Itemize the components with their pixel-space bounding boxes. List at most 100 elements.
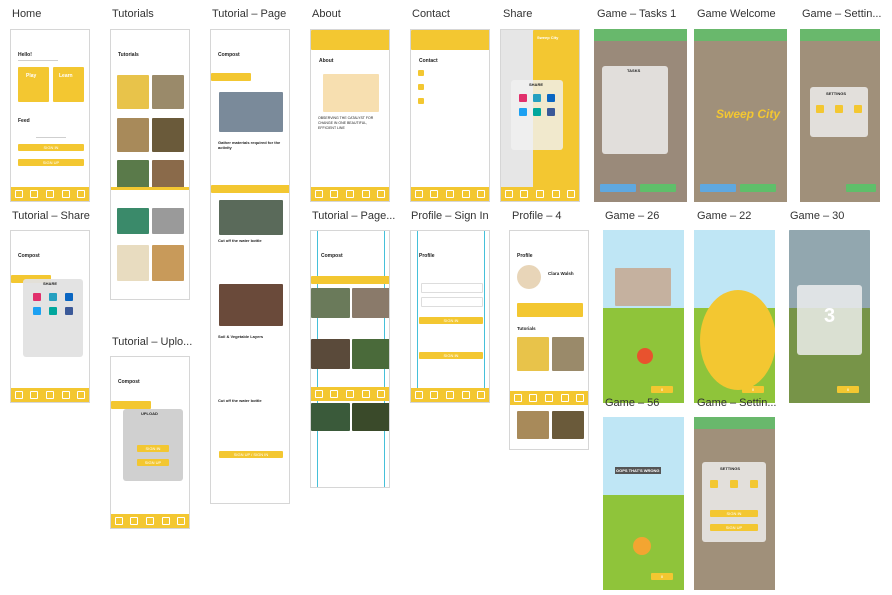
pause-button[interactable]: II xyxy=(651,573,673,580)
share-panel-title: SHARE xyxy=(529,82,544,87)
countdown-panel: 3 xyxy=(797,285,862,355)
frame-tutorial-upload[interactable]: Compost UPLOAD SIGN IN SIGN UP xyxy=(110,356,190,529)
email-icon[interactable] xyxy=(49,307,57,315)
frame-about[interactable]: About OBSERVING THE CATALYST FOR CHANGE … xyxy=(310,29,390,202)
twitter-icon[interactable] xyxy=(519,108,527,116)
tasks-panel[interactable]: TASKS xyxy=(602,66,668,154)
whatsapp-icon[interactable] xyxy=(533,94,541,102)
frame-profile-4[interactable]: Profile Clara Walsh Tutorials xyxy=(509,230,589,450)
bottom-nav[interactable] xyxy=(111,514,189,528)
frame-share[interactable]: Sweep City SHARE xyxy=(500,29,580,202)
contact-title: Contact xyxy=(419,58,438,64)
frame-home[interactable]: Hello! Play Learn Feed SIGN IN SIGN UP xyxy=(10,29,90,202)
settings-signup-button[interactable]: SIGN UP xyxy=(710,524,758,531)
email-field[interactable] xyxy=(421,283,483,293)
frame-game-welcome[interactable]: Sweep City xyxy=(694,29,787,202)
game-logo: Sweep City xyxy=(716,107,781,121)
tutorial-thumb[interactable] xyxy=(152,75,184,109)
label-tutorial-upload: Tutorial – Uplo... xyxy=(112,336,193,348)
music-icon[interactable] xyxy=(816,105,824,113)
signup-signin-button[interactable]: SIGN UP / SIGN IN xyxy=(219,451,283,458)
frame-tutorial-share[interactable]: Compost SHARE xyxy=(10,230,90,403)
email-icon xyxy=(418,70,424,76)
label-game-30: Game – 30 xyxy=(790,210,845,222)
label-game-welcome: Game Welcome xyxy=(697,8,776,20)
linkedin-icon[interactable] xyxy=(547,94,555,102)
bottom-nav[interactable] xyxy=(411,388,489,402)
bottom-nav[interactable] xyxy=(501,187,579,201)
label-share: Share xyxy=(503,8,533,20)
tutorial-thumb[interactable] xyxy=(152,118,184,152)
label-profile-signin: Profile – Sign In xyxy=(411,210,489,222)
frame-tutorial-page2[interactable]: Compost xyxy=(310,230,390,488)
facebook-icon[interactable] xyxy=(65,307,73,315)
bottom-nav[interactable] xyxy=(411,187,489,201)
twitter-icon[interactable] xyxy=(33,307,41,315)
upload-title: UPLOAD xyxy=(141,411,158,416)
whatsapp-icon[interactable] xyxy=(49,293,57,301)
help-icon[interactable] xyxy=(750,480,758,488)
frame-game-26[interactable]: II xyxy=(603,230,684,403)
frame-game-56[interactable]: OOPS THAT'S WRONG II xyxy=(603,417,684,590)
upload-panel[interactable]: UPLOAD SIGN IN SIGN UP xyxy=(123,409,183,481)
music-icon[interactable] xyxy=(710,480,718,488)
avatar xyxy=(517,265,541,289)
item-bubble[interactable] xyxy=(637,348,653,364)
tutorial-thumb[interactable] xyxy=(117,75,149,109)
sound-icon[interactable] xyxy=(835,105,843,113)
home-greeting: Hello! xyxy=(18,52,32,58)
play-button[interactable] xyxy=(740,184,776,192)
settings-panel[interactable]: SETTINGS SIGN IN SIGN UP xyxy=(702,462,766,542)
step-image xyxy=(219,284,283,326)
facebook-icon[interactable] xyxy=(547,108,555,116)
location-icon xyxy=(418,98,424,104)
profile-signin-button-2[interactable]: SIGN IN xyxy=(419,352,483,359)
tutorial-thumb[interactable] xyxy=(117,118,149,152)
frame-game-30[interactable]: 3 II xyxy=(789,230,870,403)
frame-game-settings-bottom[interactable]: SETTINGS SIGN IN SIGN UP xyxy=(694,417,775,590)
play-card[interactable]: Play xyxy=(18,67,49,102)
frame-game-tasks[interactable]: TASKS xyxy=(594,29,687,202)
home-signup-button[interactable]: SIGN UP xyxy=(18,159,84,166)
home-signin-button[interactable]: SIGN IN xyxy=(18,144,84,151)
label-tutorials: Tutorials xyxy=(112,8,154,20)
pause-button[interactable]: II xyxy=(837,386,859,393)
sound-icon[interactable] xyxy=(730,480,738,488)
bottom-nav[interactable] xyxy=(311,387,389,401)
profile-title: Profile xyxy=(419,253,435,259)
label-tutorial-page2: Tutorial – Page... xyxy=(312,210,396,222)
settings-signin-button[interactable]: SIGN IN xyxy=(710,510,758,517)
frame-profile-signin[interactable]: Profile SIGN IN SIGN IN xyxy=(410,230,490,403)
profile-signin-button[interactable]: SIGN IN xyxy=(419,317,483,324)
frame-tutorial-page[interactable]: Compost Gather materials required for th… xyxy=(210,29,290,504)
help-icon[interactable] xyxy=(854,105,862,113)
frame-game-settings[interactable]: SETTINGS xyxy=(800,29,880,202)
settings-panel[interactable]: SETTINGS xyxy=(810,87,868,137)
profile4-title: Profile xyxy=(517,253,533,259)
bottom-nav[interactable] xyxy=(11,187,89,201)
frame-game-22[interactable]: II xyxy=(694,230,775,403)
pause-button[interactable]: II xyxy=(651,386,673,393)
frame-contact[interactable]: Contact xyxy=(410,29,490,202)
email-icon[interactable] xyxy=(533,108,541,116)
upload-signin-button[interactable]: SIGN IN xyxy=(137,445,169,452)
tutorial-thumb[interactable] xyxy=(117,160,149,190)
item-bubble[interactable] xyxy=(633,537,651,555)
linkedin-icon[interactable] xyxy=(65,293,73,301)
password-field[interactable] xyxy=(421,297,483,307)
label-home: Home xyxy=(12,8,42,20)
instagram-icon[interactable] xyxy=(519,94,527,102)
step-title: Soil & Vegetable Layers xyxy=(218,334,264,339)
share-panel[interactable]: SHARE xyxy=(23,279,83,357)
learn-card[interactable]: Learn xyxy=(53,67,84,102)
bottom-nav[interactable] xyxy=(11,388,89,402)
bottom-nav[interactable] xyxy=(311,187,389,201)
tutorial-thumb[interactable] xyxy=(152,160,184,190)
share-panel[interactable]: SHARE xyxy=(511,80,563,150)
tasks-title: TASKS xyxy=(627,68,641,73)
instagram-icon[interactable] xyxy=(33,293,41,301)
bottom-nav[interactable] xyxy=(510,391,588,405)
pause-button[interactable]: II xyxy=(742,386,764,393)
frame-tutorials[interactable]: Tutorials xyxy=(110,29,190,202)
upload-signup-button[interactable]: SIGN UP xyxy=(137,459,169,466)
